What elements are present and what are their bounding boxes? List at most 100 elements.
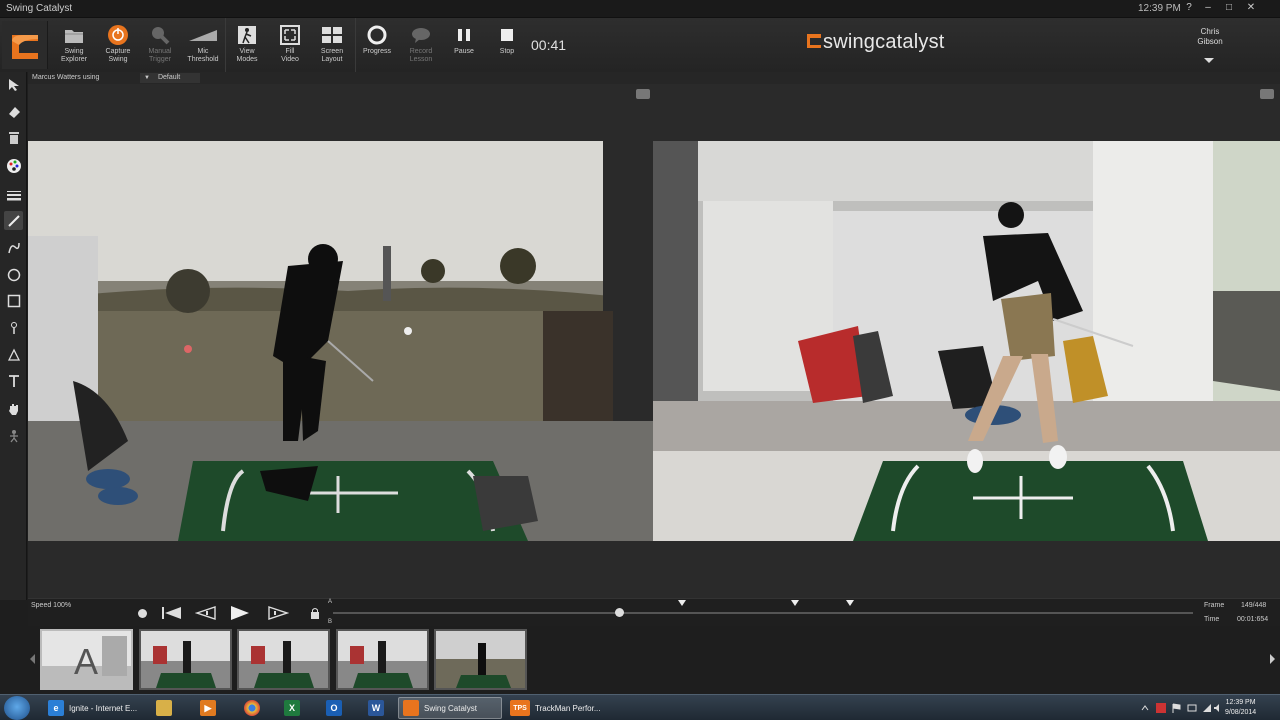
skeleton-icon: [9, 429, 18, 442]
thumbnail-image: [141, 631, 230, 688]
signal-icon[interactable]: [1202, 703, 1212, 713]
timeline-marker[interactable]: [846, 600, 854, 606]
timeline-handle[interactable]: [615, 608, 625, 617]
swing-explorer-label-2: Explorer: [60, 56, 88, 63]
progress-label: Progress: [362, 48, 391, 55]
timeline-marker[interactable]: [791, 600, 799, 606]
record-lesson-button[interactable]: Record Lesson: [403, 18, 439, 72]
curve-tool[interactable]: [4, 238, 23, 257]
media-player-icon: ▶: [200, 700, 216, 716]
chevron-down-icon[interactable]: [1204, 58, 1214, 63]
chevron-right-icon[interactable]: [1270, 654, 1275, 664]
camera-snapshot-icon[interactable]: [1260, 89, 1274, 99]
tray-expand-icon[interactable]: [1140, 703, 1150, 713]
thumbnail[interactable]: [139, 629, 232, 690]
tps-icon: TPS: [510, 700, 530, 716]
app-logo[interactable]: [2, 21, 48, 69]
taskbar-media-player[interactable]: ▶: [196, 697, 224, 719]
tray-app-icon[interactable]: [1156, 703, 1166, 713]
timeline-marker[interactable]: [678, 600, 686, 606]
frame-label: Frame: [1204, 602, 1225, 609]
hand-tool[interactable]: [4, 399, 23, 418]
pause-button[interactable]: Pause: [446, 18, 482, 72]
delete-tool[interactable]: [4, 128, 23, 147]
taskbar-explorer[interactable]: [152, 697, 180, 719]
folder-icon: [156, 700, 172, 716]
skip-start-icon: [162, 607, 181, 619]
thumbnail[interactable]: [434, 629, 527, 690]
layout-dropdown[interactable]: ▼ Default: [140, 73, 200, 83]
taskbar-outlook[interactable]: O: [322, 697, 350, 719]
fill-video-button[interactable]: Fill Video: [272, 18, 308, 72]
taskbar-app-trackman[interactable]: TPS TrackMan Perfor...: [506, 697, 606, 719]
taskbar-app-swingcatalyst[interactable]: Swing Catalyst: [398, 697, 502, 719]
network-icon[interactable]: [1187, 703, 1197, 713]
title-clock: 12:39 PM: [1138, 3, 1181, 14]
help-button[interactable]: ?: [1182, 1, 1196, 15]
view-modes-button[interactable]: View Modes: [229, 18, 265, 72]
drawing-tools: [0, 72, 27, 600]
power-icon: [108, 25, 128, 45]
swing-explorer-button[interactable]: Swing Explorer: [56, 18, 92, 72]
camera-snapshot-icon[interactable]: [636, 89, 650, 99]
thumbnail[interactable]: [237, 629, 330, 690]
rectangle-tool[interactable]: [4, 291, 23, 310]
layout-value: Default: [157, 74, 181, 81]
main-toolbar: Swing Explorer Capture Swing Manual Trig…: [0, 18, 1280, 72]
swingcatalyst-icon: [403, 700, 419, 716]
skip-to-start-button[interactable]: [158, 603, 186, 623]
eraser-tool[interactable]: [4, 102, 23, 121]
swing-thumbnails: A: [28, 626, 1280, 694]
play-button[interactable]: [226, 603, 254, 623]
start-button[interactable]: [4, 696, 30, 720]
skeleton-tool[interactable]: [4, 426, 23, 445]
pin-icon: [10, 321, 17, 334]
mic-threshold-button[interactable]: Mic Threshold: [185, 18, 221, 72]
speed-slider-handle[interactable]: [138, 609, 147, 618]
stop-label: Stop: [499, 48, 515, 55]
swing-catalyst-window: Swing Catalyst 12:39 PM ? – □ ✕ Swing Ex…: [0, 0, 1280, 720]
line-tool[interactable]: [4, 211, 23, 230]
capture-swing-button[interactable]: Capture Swing: [100, 18, 136, 72]
color-tool[interactable]: [4, 156, 23, 175]
flag-icon[interactable]: [1172, 703, 1182, 713]
view-modes-label-2: Modes: [236, 56, 258, 63]
cursor-icon: [8, 78, 19, 91]
taskbar-word[interactable]: W: [364, 697, 392, 719]
maximize-button[interactable]: □: [1222, 1, 1236, 15]
chevron-left-icon[interactable]: [30, 654, 35, 664]
toolbar-separator: [355, 18, 356, 72]
golfer-icon: [238, 26, 256, 44]
thumbnail[interactable]: [336, 629, 429, 690]
minimize-button[interactable]: –: [1201, 1, 1215, 15]
select-tool[interactable]: [4, 75, 23, 94]
timeline-track[interactable]: [333, 612, 1193, 614]
close-button[interactable]: ✕: [1244, 1, 1258, 15]
pause-label: Pause: [454, 48, 474, 55]
taskbar-excel[interactable]: X: [280, 697, 308, 719]
stop-button[interactable]: Stop: [489, 18, 525, 72]
screen-layout-button[interactable]: Screen Layout: [314, 18, 350, 72]
circle-tool[interactable]: [4, 265, 23, 284]
brand-logo: swingcatalyst: [805, 31, 945, 54]
taskbar-app-ie[interactable]: e Ignite - Internet E...: [44, 697, 144, 719]
taskbar-clock[interactable]: 12:39 PM 9/08/2014: [1225, 698, 1256, 718]
line-width-icon: [6, 190, 21, 200]
line-width-tool[interactable]: [4, 185, 23, 204]
manual-trigger-button[interactable]: Manual Trigger: [142, 18, 178, 72]
video-right[interactable]: [653, 141, 1280, 541]
step-forward-button[interactable]: [264, 603, 292, 623]
pin-tool[interactable]: [4, 318, 23, 337]
text-tool[interactable]: [4, 371, 23, 390]
taskbar-chrome[interactable]: [240, 697, 268, 719]
angle-tool[interactable]: [4, 345, 23, 364]
volume-icon[interactable]: [1213, 703, 1223, 713]
video-left[interactable]: [28, 141, 653, 541]
video-area: [28, 84, 1280, 598]
thumbnail[interactable]: A: [40, 629, 133, 690]
progress-button[interactable]: Progress: [359, 18, 395, 72]
lock-icon[interactable]: [310, 607, 320, 619]
step-back-button[interactable]: [192, 603, 220, 623]
word-icon: W: [368, 700, 384, 716]
user-menu[interactable]: Chris Gibson: [1190, 27, 1230, 47]
